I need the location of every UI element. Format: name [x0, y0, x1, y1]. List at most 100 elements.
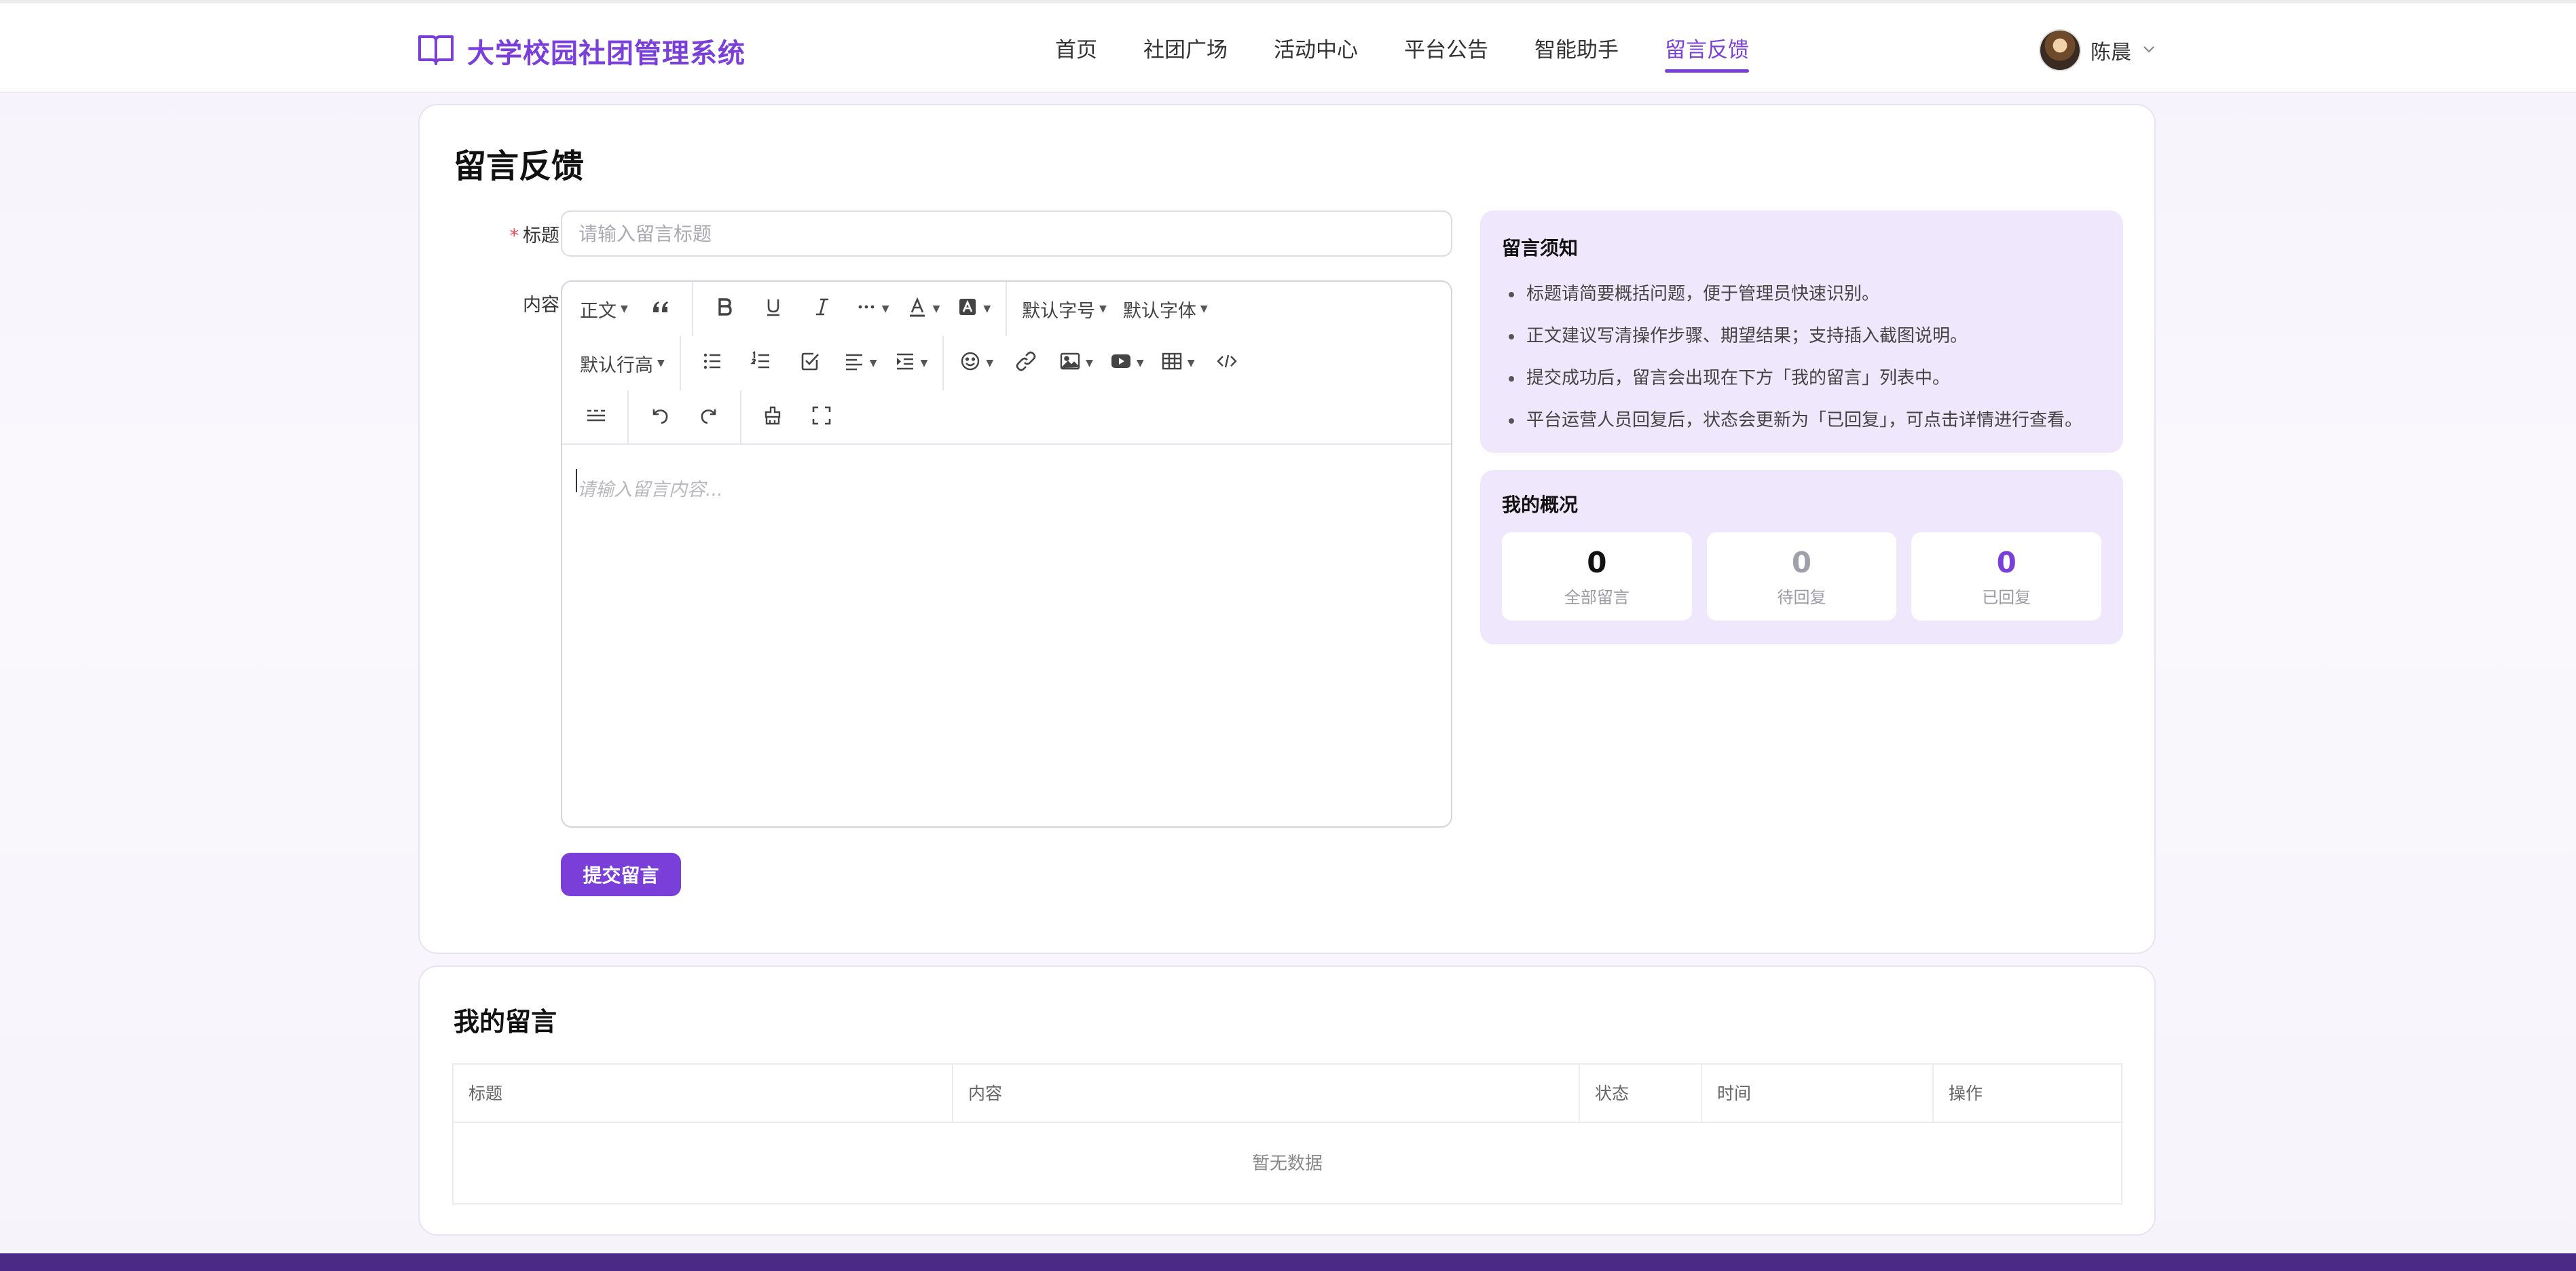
video-button[interactable]: ▼ — [1101, 342, 1152, 385]
book-open-icon — [417, 33, 455, 69]
overview-panel: 我的概况 0 全部留言 0 待回复 0 已回复 — [1480, 470, 2123, 644]
font-color-icon — [906, 295, 929, 323]
page-title: 留言反馈 — [454, 147, 585, 185]
more-icon — [855, 295, 878, 323]
font-color-button[interactable]: ▼ — [898, 287, 949, 331]
toolbar-divider — [691, 282, 693, 336]
stat-total-label: 全部留言 — [1564, 587, 1630, 607]
font-family-label: 默认字体 — [1122, 300, 1196, 322]
overview-title: 我的概况 — [1502, 494, 1579, 516]
avatar[interactable] — [2039, 29, 2081, 71]
link-button[interactable] — [1001, 342, 1050, 385]
quote-button[interactable] — [636, 287, 685, 331]
my-messages-title: 我的留言 — [454, 1007, 557, 1037]
brand[interactable]: 大学校园社团管理系统 — [417, 31, 746, 71]
nav-ai-assistant[interactable]: 智能助手 — [1511, 22, 1642, 78]
toolbar-divider — [740, 390, 741, 445]
title-label: * 标题 — [485, 221, 560, 247]
title-input[interactable] — [561, 210, 1452, 257]
stat-replied: 0 已回复 — [1911, 532, 2102, 621]
user-name: 陈晨 — [2091, 41, 2131, 65]
video-icon — [1109, 350, 1133, 377]
stat-pending: 0 待回复 — [1706, 532, 1897, 621]
submit-button[interactable]: 提交留言 — [561, 853, 681, 896]
align-button[interactable]: ▼ — [834, 342, 885, 385]
stat-pending-label: 待回复 — [1777, 587, 1826, 607]
caret-down-icon: ▼ — [1099, 303, 1107, 314]
stat-total-value: 0 — [1587, 545, 1607, 579]
more-style-button[interactable]: ▼ — [847, 287, 898, 331]
bg-color-button[interactable]: ▼ — [948, 287, 999, 331]
table-button[interactable]: ▼ — [1152, 342, 1203, 385]
undo-button[interactable] — [636, 396, 684, 439]
nav-feedback[interactable]: 留言反馈 — [1642, 22, 1772, 78]
bulleted-list-button[interactable] — [688, 342, 737, 385]
link-icon — [1014, 350, 1037, 377]
notice-item: 标题请简要概括问题，便于管理员快速识别。 — [1502, 273, 2101, 315]
line-height-label: 默认行高 — [580, 354, 653, 376]
font-size-label: 默认字号 — [1022, 300, 1096, 322]
clear-format-icon — [761, 404, 784, 432]
user-menu[interactable]: 陈晨 — [2039, 29, 2157, 71]
caret-down-icon: ▼ — [1200, 303, 1208, 314]
nav-activity-center[interactable]: 活动中心 — [1251, 22, 1381, 78]
italic-button[interactable] — [798, 287, 847, 331]
toolbar-divider — [679, 336, 681, 390]
editor-content-area[interactable]: 请输入留言内容... — [562, 445, 1451, 826]
caret-down-icon: ▼ — [1136, 358, 1144, 369]
caret-down-icon: ▼ — [920, 358, 928, 369]
indent-button[interactable]: ▼ — [885, 342, 936, 385]
caret-down-icon: ▼ — [881, 303, 889, 314]
numbered-list-icon — [750, 350, 773, 377]
paragraph-select[interactable]: 正文 ▼ — [572, 287, 636, 331]
notice-title: 留言须知 — [1502, 237, 1579, 259]
clear-format-button[interactable] — [748, 396, 797, 439]
stat-replied-value: 0 — [1996, 545, 2017, 579]
column-header-actions: 操作 — [1949, 1084, 1983, 1103]
caret-down-icon: ▼ — [869, 358, 877, 369]
required-mark: * — [509, 225, 519, 246]
todo-icon — [798, 350, 822, 377]
main-nav: 首页 社团广场 活动中心 平台公告 智能助手 留言反馈 — [1032, 22, 1772, 78]
notice-item: 提交成功后，留言会出现在下方「我的留言」列表中。 — [1502, 357, 2101, 399]
stat-replied-label: 已回复 — [1982, 587, 2031, 607]
font-family-select[interactable]: 默认字体 ▼ — [1115, 287, 1216, 331]
toolbar-divider — [1006, 282, 1008, 336]
notice-panel: 留言须知 标题请简要概括问题，便于管理员快速识别。 正文建议写清操作步骤、期望结… — [1480, 210, 2123, 453]
quote-icon — [649, 295, 672, 323]
indent-icon — [894, 350, 917, 377]
line-height-select[interactable]: 默认行高 ▼ — [572, 342, 673, 385]
notice-item: 正文建议写清操作步骤、期望结果；支持插入截图说明。 — [1502, 315, 2101, 357]
divider-button[interactable] — [572, 396, 621, 439]
caret-down-icon: ▼ — [1086, 358, 1093, 369]
caret-down-icon: ▼ — [621, 303, 628, 314]
column-header-title: 标题 — [454, 1065, 953, 1123]
paragraph-select-label: 正文 — [580, 300, 617, 322]
my-messages-card: 我的留言 标题 内容 状态 时间 操作 暂无数据 — [418, 965, 2156, 1236]
stat-total: 0 全部留言 — [1502, 532, 1692, 621]
divider-icon — [585, 404, 608, 432]
messages-table: 标题 内容 状态 时间 操作 暂无数据 — [452, 1063, 2122, 1204]
image-button[interactable]: ▼ — [1050, 342, 1101, 385]
emoji-icon — [959, 350, 982, 377]
nav-club-square[interactable]: 社团广场 — [1120, 22, 1251, 78]
nav-home[interactable]: 首页 — [1032, 22, 1120, 78]
todo-button[interactable] — [786, 342, 834, 385]
emoji-button[interactable]: ▼ — [951, 342, 1001, 385]
bold-button[interactable] — [700, 287, 749, 331]
content-label: 内容 — [523, 295, 559, 316]
code-icon — [1215, 350, 1238, 377]
underline-button[interactable] — [749, 287, 798, 331]
rich-text-editor: 正文 ▼ ▼ ▼ ▼ 默认字号 ▼ 默认字体 ▼ 默认行高 ▼ ▼ ▼ ▼ ▼ … — [561, 280, 1452, 828]
redo-button[interactable] — [684, 396, 733, 439]
caret-down-icon: ▼ — [932, 303, 940, 314]
title-label-text: 标题 — [523, 225, 559, 246]
underline-icon — [762, 295, 785, 323]
code-button[interactable] — [1202, 342, 1251, 385]
numbered-list-button[interactable] — [737, 342, 786, 385]
fullscreen-button[interactable] — [797, 396, 846, 439]
caret-down-icon: ▼ — [1187, 358, 1195, 369]
font-size-select[interactable]: 默认字号 ▼ — [1014, 287, 1115, 331]
nav-announcements[interactable]: 平台公告 — [1381, 22, 1511, 78]
footer-bar — [0, 1253, 2576, 1271]
